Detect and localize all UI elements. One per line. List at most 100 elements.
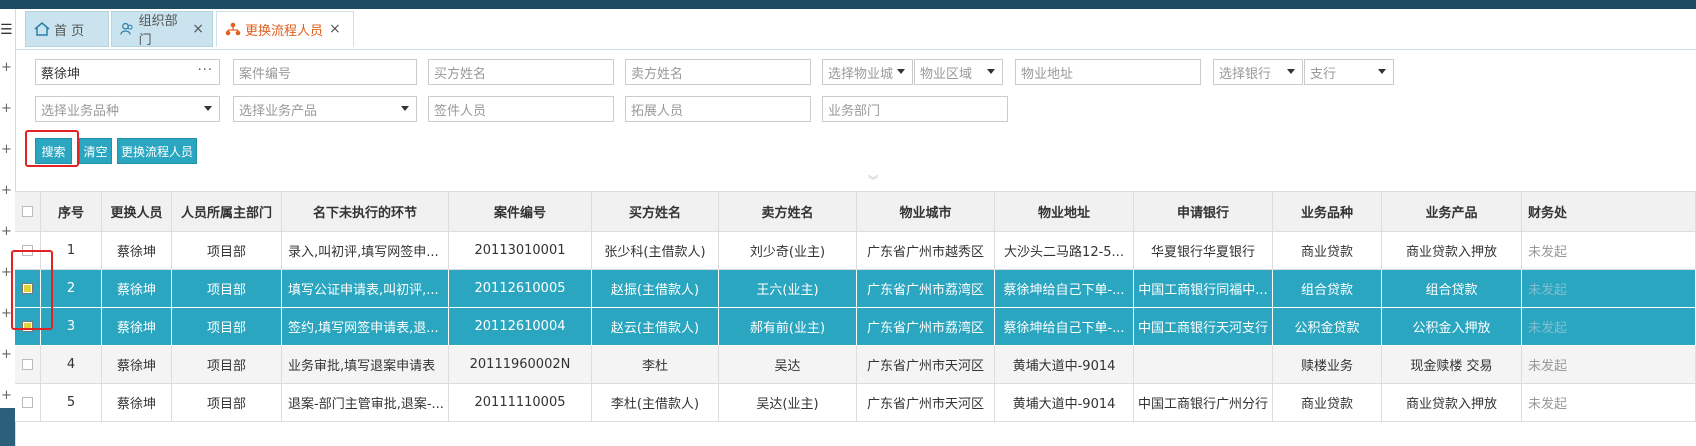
table-row[interactable]: 1 蔡徐坤 项目部 录入,叫初评,填写网签申... 20113010001 张少科(主借款… bbox=[15, 232, 1696, 270]
row-select-cell[interactable] bbox=[15, 346, 41, 383]
staff-name-field[interactable]: 蔡徐坤 ··· bbox=[35, 59, 220, 85]
select-placeholder: 物业区域 bbox=[920, 66, 973, 82]
buyer-name-input[interactable]: 买方姓名 bbox=[428, 59, 614, 85]
table-cell: 李杜(主借款人) bbox=[592, 384, 719, 421]
chevron-down-icon bbox=[987, 69, 995, 74]
expand-icon[interactable]: + bbox=[1, 184, 12, 197]
expansion-staff-input[interactable]: 拓展人员 bbox=[625, 96, 811, 122]
expand-icon[interactable]: + bbox=[1, 102, 12, 115]
property-address-input[interactable]: 物业地址 bbox=[1015, 59, 1201, 85]
tab-label: 首 页 bbox=[54, 23, 85, 39]
collapse-icon[interactable]: ︾ bbox=[855, 176, 891, 188]
select-all-checkbox[interactable] bbox=[22, 206, 33, 217]
table-cell: 公积金贷款 bbox=[1273, 308, 1382, 345]
branch-select[interactable]: 支行 bbox=[1304, 59, 1394, 85]
select-all-cell[interactable] bbox=[15, 192, 41, 231]
column-header: 申请银行 bbox=[1134, 192, 1273, 231]
table-cell: 蔡徐坤 bbox=[102, 270, 172, 307]
table-cell: 广东省广州市天河区 bbox=[857, 346, 995, 383]
table-row[interactable]: 2 蔡徐坤 项目部 填写公证申请表,叫初评,... 20112610005 赵振(主借款人… bbox=[15, 270, 1696, 308]
table-cell: 中国工商银行天河支行 bbox=[1134, 308, 1273, 345]
tab-change-flow-staff[interactable]: 更换流程人员 × bbox=[216, 11, 354, 47]
row-select-cell[interactable] bbox=[15, 384, 41, 421]
expand-icon[interactable]: + bbox=[1, 225, 12, 238]
table-cell: 5 bbox=[41, 384, 102, 421]
column-header: 案件编号 bbox=[449, 192, 592, 231]
menu-icon[interactable]: ☰ bbox=[0, 23, 13, 37]
select-placeholder: 支行 bbox=[1310, 66, 1337, 82]
column-header: 序号 bbox=[41, 192, 102, 231]
table-cell: 蔡徐坤 bbox=[102, 346, 172, 383]
property-area-select[interactable]: 物业区域 bbox=[914, 59, 1003, 85]
property-city-select[interactable]: 选择物业城 bbox=[822, 59, 913, 85]
table-cell: 张少科(主借款人) bbox=[592, 232, 719, 269]
close-icon[interactable]: × bbox=[192, 21, 204, 37]
table-cell: 签约,填写网签申请表,退... bbox=[282, 308, 449, 345]
table-cell: 蔡徐坤给自己下单-... bbox=[995, 308, 1134, 345]
table-row[interactable]: 5 蔡徐坤 项目部 退案-部门主管审批,退案-... 20111110005 李杜(主借款… bbox=[15, 384, 1696, 422]
table-row[interactable]: 4 蔡徐坤 项目部 业务审批,填写退案申请表 20111960002N 李杜 吴达 广东省广州… bbox=[15, 346, 1696, 384]
tab-label: 组织部门 bbox=[138, 14, 178, 48]
expand-icon[interactable]: + bbox=[1, 61, 12, 74]
table-cell: 项目部 bbox=[172, 270, 282, 307]
staff-name-value: 蔡徐坤 bbox=[41, 66, 81, 82]
expand-icon[interactable]: + bbox=[1, 348, 12, 361]
table-cell: 赵云(主借款人) bbox=[592, 308, 719, 345]
table-cell: 黄埔大道中-9014 bbox=[995, 346, 1134, 383]
table-cell: 退案-部门主管审批,退案-... bbox=[282, 384, 449, 421]
table-cell: 20112610005 bbox=[449, 270, 592, 307]
bank-select[interactable]: 选择银行 bbox=[1213, 59, 1303, 85]
business-dept-input[interactable]: 业务部门 bbox=[822, 96, 1008, 122]
table-cell: 20113010001 bbox=[449, 232, 592, 269]
seller-name-input[interactable]: 卖方姓名 bbox=[625, 59, 811, 85]
nav-bottom-button[interactable] bbox=[0, 408, 15, 446]
table-cell bbox=[1134, 346, 1273, 383]
table-cell: 20111110005 bbox=[449, 384, 592, 421]
table-cell: 未发起 bbox=[1522, 346, 1696, 383]
table-cell: 未发起 bbox=[1522, 308, 1696, 345]
table-cell: 郝有前(业主) bbox=[719, 308, 857, 345]
org-tree-icon bbox=[225, 22, 241, 36]
table-row[interactable]: 3 蔡徐坤 项目部 签约,填写网签申请表,退... 20112610004 赵云(主借款人… bbox=[15, 308, 1696, 346]
column-header: 财务处 bbox=[1522, 192, 1696, 231]
clear-button[interactable]: 清空 bbox=[79, 138, 112, 164]
table-cell: 蔡徐坤 bbox=[102, 308, 172, 345]
table-cell: 项目部 bbox=[172, 308, 282, 345]
expand-icon[interactable]: + bbox=[1, 143, 12, 156]
signer-input[interactable]: 签件人员 bbox=[428, 96, 614, 122]
table-cell: 华夏银行华夏银行 bbox=[1134, 232, 1273, 269]
table-cell: 20112610004 bbox=[449, 308, 592, 345]
tab-home[interactable]: 首 页 bbox=[25, 11, 109, 47]
tab-org-dept[interactable]: 组织部门 × bbox=[111, 11, 213, 48]
more-icon[interactable]: ··· bbox=[198, 63, 213, 78]
change-flow-staff-button[interactable]: 更换流程人员 bbox=[117, 138, 197, 164]
case-number-input[interactable]: 案件编号 bbox=[233, 59, 417, 85]
table-cell: 项目部 bbox=[172, 232, 282, 269]
chevron-down-icon bbox=[1287, 69, 1295, 74]
business-type-select[interactable]: 选择业务品种 bbox=[35, 96, 220, 122]
search-button[interactable]: 搜索 bbox=[35, 138, 72, 164]
close-icon[interactable]: × bbox=[329, 21, 341, 37]
table-cell: 蔡徐坤给自己下单-... bbox=[995, 270, 1134, 307]
table-cell: 中国工商银行同福中... bbox=[1134, 270, 1273, 307]
users-icon bbox=[120, 22, 133, 35]
business-product-select[interactable]: 选择业务产品 bbox=[233, 96, 417, 122]
table-cell: 广东省广州市荔湾区 bbox=[857, 270, 995, 307]
table-cell: 商业贷款入押放 bbox=[1382, 232, 1522, 269]
table-cell: 录入,叫初评,填写网签申... bbox=[282, 232, 449, 269]
table-cell: 中国工商银行广州分行 bbox=[1134, 384, 1273, 421]
row-checkbox[interactable] bbox=[22, 359, 33, 370]
column-header: 名下未执行的环节 bbox=[282, 192, 449, 231]
row-checkbox[interactable] bbox=[22, 397, 33, 408]
expand-icon[interactable]: + bbox=[1, 389, 12, 402]
table-cell: 赎楼业务 bbox=[1273, 346, 1382, 383]
column-header: 人员所属主部门 bbox=[172, 192, 282, 231]
select-placeholder: 选择银行 bbox=[1219, 66, 1272, 82]
table-cell: 广东省广州市越秀区 bbox=[857, 232, 995, 269]
table-cell: 项目部 bbox=[172, 346, 282, 383]
table-cell: 4 bbox=[41, 346, 102, 383]
table-header: 序号 更换人员 人员所属主部门 名下未执行的环节 案件编号 买方姓名 卖方姓名 … bbox=[15, 191, 1696, 232]
left-nav: ☰ + + + + + + + + + bbox=[0, 9, 16, 446]
table-cell: 未发起 bbox=[1522, 384, 1696, 421]
table-cell: 商业贷款入押放 bbox=[1382, 384, 1522, 421]
